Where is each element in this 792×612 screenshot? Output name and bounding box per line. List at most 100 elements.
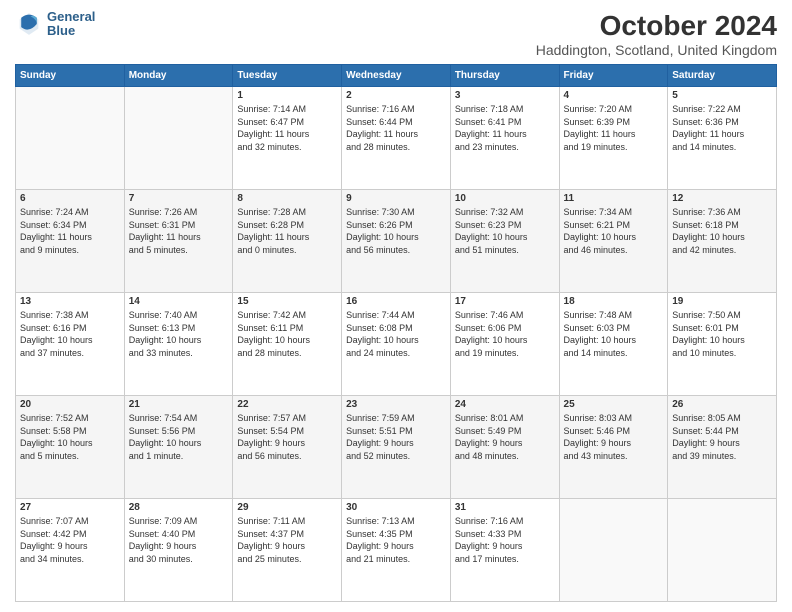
day-number: 5 [672,90,772,101]
day-number: 31 [455,502,555,513]
day-number: 28 [129,502,229,513]
day-number: 14 [129,296,229,307]
calendar-cell: 25Sunrise: 8:03 AMSunset: 5:46 PMDayligh… [559,396,668,499]
day-number: 16 [346,296,446,307]
day-info: Sunrise: 7:07 AMSunset: 4:42 PMDaylight:… [20,516,89,564]
day-number: 20 [20,399,120,410]
day-info: Sunrise: 7:38 AMSunset: 6:16 PMDaylight:… [20,310,93,358]
logo: General Blue [15,10,95,39]
day-number: 29 [237,502,337,513]
calendar-cell: 18 Sunrise: 7:48 AMSunset: 6:03 PMDayligh… [559,293,668,396]
day-info: Sunrise: 7:22 AMSunset: 6:36 PMDaylight:… [672,104,744,152]
header: General Blue October 2024 Haddington, Sc… [15,10,777,58]
calendar-cell: 31 Sunrise: 7:16 AMSunset: 4:33 PMDayligh… [450,499,559,602]
header-row: Sunday Monday Tuesday Wednesday Thursday… [16,65,777,87]
day-info: Sunrise: 7:48 AMSunset: 6:03 PMDaylight:… [564,310,637,358]
calendar-cell: 8 Sunrise: 7:28 AMSunset: 6:28 PMDaylight… [233,190,342,293]
col-tuesday: Tuesday [233,65,342,87]
day-number: 21 [129,399,229,410]
calendar-cell: 27Sunrise: 7:07 AMSunset: 4:42 PMDayligh… [16,499,125,602]
calendar-week-5: 27Sunrise: 7:07 AMSunset: 4:42 PMDayligh… [16,499,777,602]
day-info: Sunrise: 7:52 AMSunset: 5:58 PMDaylight:… [20,413,93,461]
day-info: Sunrise: 8:01 AMSunset: 5:49 PMDaylight:… [455,413,524,461]
day-info: Sunrise: 7:28 AMSunset: 6:28 PMDaylight:… [237,207,309,255]
calendar-cell: 12 Sunrise: 7:36 AMSunset: 6:18 PMDayligh… [668,190,777,293]
calendar-cell: 1 Sunrise: 7:14 AMSunset: 6:47 PMDaylight… [233,87,342,190]
col-friday: Friday [559,65,668,87]
day-number: 2 [346,90,446,101]
day-number: 18 [564,296,664,307]
calendar-cell: 4 Sunrise: 7:20 AMSunset: 6:39 PMDaylight… [559,87,668,190]
day-info: Sunrise: 7:54 AMSunset: 5:56 PMDaylight:… [129,413,202,461]
calendar-cell: 17 Sunrise: 7:46 AMSunset: 6:06 PMDayligh… [450,293,559,396]
day-info: Sunrise: 7:36 AMSunset: 6:18 PMDaylight:… [672,207,745,255]
day-number: 7 [129,193,229,204]
col-thursday: Thursday [450,65,559,87]
day-info: Sunrise: 7:24 AMSunset: 6:34 PMDaylight:… [20,207,92,255]
day-info: Sunrise: 7:13 AMSunset: 4:35 PMDaylight:… [346,516,415,564]
calendar-cell: 28 Sunrise: 7:09 AMSunset: 4:40 PMDayligh… [124,499,233,602]
calendar-cell: 3 Sunrise: 7:18 AMSunset: 6:41 PMDaylight… [450,87,559,190]
day-number: 19 [672,296,772,307]
day-info: Sunrise: 7:18 AMSunset: 6:41 PMDaylight:… [455,104,527,152]
day-number: 25 [564,399,664,410]
day-info: Sunrise: 7:32 AMSunset: 6:23 PMDaylight:… [455,207,528,255]
day-number: 4 [564,90,664,101]
day-info: Sunrise: 7:44 AMSunset: 6:08 PMDaylight:… [346,310,419,358]
day-info: Sunrise: 7:46 AMSunset: 6:06 PMDaylight:… [455,310,528,358]
day-number: 12 [672,193,772,204]
day-number: 9 [346,193,446,204]
calendar-week-2: 6 Sunrise: 7:24 AMSunset: 6:34 PMDaylight… [16,190,777,293]
calendar-cell: 21 Sunrise: 7:54 AMSunset: 5:56 PMDayligh… [124,396,233,499]
day-info: Sunrise: 7:09 AMSunset: 4:40 PMDaylight:… [129,516,198,564]
day-info: Sunrise: 7:40 AMSunset: 6:13 PMDaylight:… [129,310,202,358]
day-number: 3 [455,90,555,101]
day-info: Sunrise: 7:57 AMSunset: 5:54 PMDaylight:… [237,413,306,461]
calendar-cell: 20 Sunrise: 7:52 AMSunset: 5:58 PMDayligh… [16,396,125,499]
day-number: 11 [564,193,664,204]
day-info: Sunrise: 7:34 AMSunset: 6:21 PMDaylight:… [564,207,637,255]
day-info: Sunrise: 7:16 AMSunset: 6:44 PMDaylight:… [346,104,418,152]
calendar-cell: 26 Sunrise: 8:05 AMSunset: 5:44 PMDayligh… [668,396,777,499]
title-block: October 2024 Haddington, Scotland, Unite… [536,10,777,58]
calendar-cell [16,87,125,190]
logo-text: General Blue [47,10,95,39]
calendar-cell: 23 Sunrise: 7:59 AMSunset: 5:51 PMDayligh… [342,396,451,499]
day-info: Sunrise: 7:50 AMSunset: 6:01 PMDaylight:… [672,310,745,358]
day-number: 26 [672,399,772,410]
day-info: Sunrise: 7:11 AMSunset: 4:37 PMDaylight:… [237,516,305,564]
day-info: Sunrise: 7:16 AMSunset: 4:33 PMDaylight:… [455,516,524,564]
calendar-cell [559,499,668,602]
calendar-cell: 11 Sunrise: 7:34 AMSunset: 6:21 PMDayligh… [559,190,668,293]
day-number: 17 [455,296,555,307]
day-number: 1 [237,90,337,101]
col-sunday: Sunday [16,65,125,87]
day-number: 30 [346,502,446,513]
calendar-cell: 10 Sunrise: 7:32 AMSunset: 6:23 PMDayligh… [450,190,559,293]
col-saturday: Saturday [668,65,777,87]
day-number: 23 [346,399,446,410]
day-number: 24 [455,399,555,410]
day-info: Sunrise: 8:05 AMSunset: 5:44 PMDaylight:… [672,413,741,461]
day-info: Sunrise: 7:30 AMSunset: 6:26 PMDaylight:… [346,207,419,255]
calendar-cell: 29 Sunrise: 7:11 AMSunset: 4:37 PMDayligh… [233,499,342,602]
page: General Blue October 2024 Haddington, Sc… [0,0,792,612]
calendar-cell: 30 Sunrise: 7:13 AMSunset: 4:35 PMDayligh… [342,499,451,602]
calendar-cell: 7 Sunrise: 7:26 AMSunset: 6:31 PMDaylight… [124,190,233,293]
calendar-week-4: 20 Sunrise: 7:52 AMSunset: 5:58 PMDayligh… [16,396,777,499]
calendar-cell: 5 Sunrise: 7:22 AMSunset: 6:36 PMDaylight… [668,87,777,190]
subtitle: Haddington, Scotland, United Kingdom [536,42,777,58]
day-info: Sunrise: 7:59 AMSunset: 5:51 PMDaylight:… [346,413,415,461]
day-number: 8 [237,193,337,204]
calendar-cell: 6 Sunrise: 7:24 AMSunset: 6:34 PMDaylight… [16,190,125,293]
calendar-cell: 2 Sunrise: 7:16 AMSunset: 6:44 PMDaylight… [342,87,451,190]
day-info: Sunrise: 7:20 AMSunset: 6:39 PMDaylight:… [564,104,636,152]
day-info: Sunrise: 7:42 AMSunset: 6:11 PMDaylight:… [237,310,310,358]
day-info: Sunrise: 7:26 AMSunset: 6:31 PMDaylight:… [129,207,201,255]
day-number: 6 [20,193,120,204]
main-title: October 2024 [536,10,777,42]
day-number: 10 [455,193,555,204]
day-info: Sunrise: 7:14 AMSunset: 6:47 PMDaylight:… [237,104,309,152]
calendar-cell: 22Sunrise: 7:57 AMSunset: 5:54 PMDayligh… [233,396,342,499]
calendar-week-3: 13Sunrise: 7:38 AMSunset: 6:16 PMDayligh… [16,293,777,396]
